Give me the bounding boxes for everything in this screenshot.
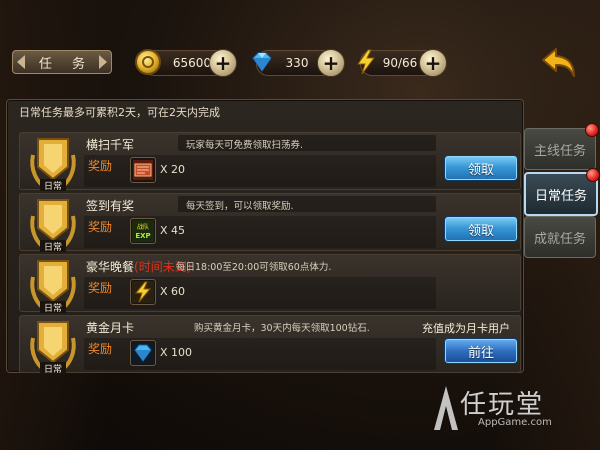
panel-note: 日常任务最多可累积2天，可在2天内完成 <box>19 106 220 119</box>
reward-qty: X 20 <box>160 163 186 176</box>
gold-coin-icon <box>135 49 161 75</box>
reward-label: 奖励 <box>88 281 113 295</box>
lightning-icon <box>357 49 375 75</box>
diamond-icon <box>130 340 156 366</box>
task-row: 日常 豪华晚餐(时间未到) 每日18:00至20:00可领取60点体力. 奖励 … <box>19 254 521 314</box>
right-arrow-icon <box>99 55 107 69</box>
daily-badge-icon: 日常 <box>30 321 76 375</box>
go-button[interactable]: 前往 <box>444 338 518 364</box>
task-desc: 每天签到，可以领取奖励. <box>186 201 294 212</box>
monthly-card-hint: 充值成为月卡用户 <box>422 322 510 335</box>
task-row: 日常 签到有奖 每天签到，可以领取奖励. 奖励 战队 EXP X 45 领取 <box>19 193 521 253</box>
team-exp-icon: 战队 EXP <box>130 218 156 244</box>
reward-qty: X 100 <box>160 346 193 359</box>
add-stamina-button[interactable]: + <box>419 49 447 77</box>
reward-qty: X 60 <box>160 285 186 298</box>
task-row: 日常 黄金月卡 购买黄金月卡，30天内每天领取100钻石. 充值成为月卡用户 奖… <box>19 315 521 375</box>
page-title: 任 务 <box>38 56 94 72</box>
svg-text:日常: 日常 <box>44 363 62 375</box>
task-name: 签到有奖 <box>86 199 135 213</box>
back-arrow-icon[interactable] <box>540 46 580 80</box>
daily-badge-icon: 日常 <box>30 138 76 192</box>
task-panel: 日常任务最多可累积2天，可在2天内完成 日常 横扫千军 玩家每天可免费领取扫荡券… <box>6 99 524 375</box>
notification-dot <box>586 168 600 182</box>
task-desc: 玩家每天可免费领取扫荡券. <box>186 140 304 151</box>
reward-label: 奖励 <box>88 220 113 234</box>
reward-label: 奖励 <box>88 342 113 356</box>
task-desc: 每日18:00至20:00可领取60点体力. <box>176 262 332 273</box>
diamond-counter: 330 + <box>252 49 345 77</box>
task-row: 日常 横扫千军 玩家每天可免费领取扫荡券. 奖励 X 20 领取 <box>19 132 521 192</box>
tab-main-quests[interactable]: 主线任务 <box>524 123 599 170</box>
watermark-url: AppGame.com <box>478 417 552 428</box>
svg-text:日常: 日常 <box>44 241 62 253</box>
reward-label: 奖励 <box>88 159 113 173</box>
tab-achievements[interactable]: 成就任务 <box>524 216 596 258</box>
tab-label: 成就任务 <box>533 231 586 247</box>
left-arrow-icon <box>17 55 25 69</box>
svg-text:EXP: EXP <box>135 232 150 240</box>
add-gold-button[interactable]: + <box>209 49 237 77</box>
task-name: 横扫千军 <box>86 138 135 152</box>
stamina-icon <box>130 279 156 305</box>
svg-text:战队: 战队 <box>137 223 149 231</box>
notification-dot <box>585 123 599 137</box>
sweep-ticket-icon <box>130 157 156 183</box>
claim-button[interactable]: 领取 <box>444 155 518 181</box>
daily-badge-icon: 日常 <box>30 260 76 314</box>
gold-counter: 65600 + <box>135 49 237 77</box>
task-name: 黄金月卡 <box>86 321 135 335</box>
reward-qty: X 45 <box>160 224 186 237</box>
page-title-tab: 任 务 <box>12 50 112 74</box>
daily-badge-icon: 日常 <box>30 199 76 253</box>
claim-button[interactable]: 领取 <box>444 216 518 242</box>
task-desc: 购买黄金月卡，30天内每天领取100钻石. <box>194 323 370 334</box>
tab-label: 主线任务 <box>533 143 586 159</box>
watermark-text: 任玩堂 <box>460 390 545 420</box>
svg-text:日常: 日常 <box>44 180 62 192</box>
task-name-text: 豪华晚餐 <box>86 260 135 274</box>
diamond-icon <box>252 52 272 72</box>
tab-label: 日常任务 <box>534 188 587 204</box>
svg-text:日常: 日常 <box>44 302 62 314</box>
tab-daily-quests[interactable]: 日常任务 <box>524 168 600 216</box>
stamina-counter: 90/66 + <box>357 49 447 77</box>
add-diamond-button[interactable]: + <box>317 49 345 77</box>
